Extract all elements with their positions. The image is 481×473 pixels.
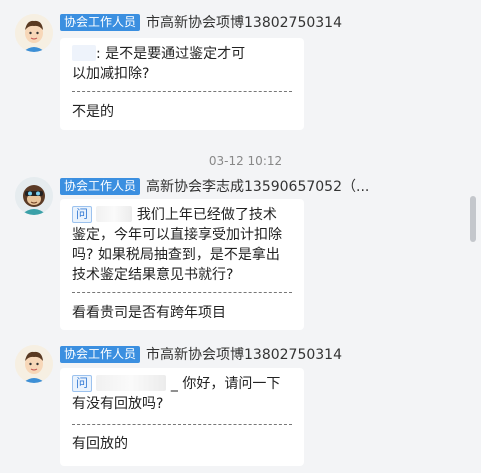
message-header: 协会工作人员 市高新协会项博13802750314 <box>60 13 342 31</box>
sender-name[interactable]: 市高新协会项博13802750314 <box>146 12 342 32</box>
avatar[interactable] <box>15 14 53 52</box>
question-line: 问 我们上年已经做了技术 <box>72 205 282 225</box>
redacted-text <box>96 206 133 222</box>
message-header: 协会工作人员 市高新协会项博13802750314 <box>60 345 342 363</box>
role-badge: 协会工作人员 <box>60 13 141 31</box>
role-badge: 协会工作人员 <box>60 345 141 363</box>
answer-text: 看看贵司是否有跨年项目 <box>72 305 226 321</box>
message-bubble[interactable]: 问 _ 你好，请问一下 有没有回放吗? 有回放的 <box>60 368 304 466</box>
divider <box>72 424 292 425</box>
answer-text: 有回放的 <box>72 436 128 452</box>
question-line: 问 _ 你好，请问一下 <box>72 374 280 394</box>
question-line: 以加减扣除? <box>72 66 150 82</box>
question-line: 鉴定，今年可以直接享受加计扣除 <box>72 227 282 243</box>
divider <box>72 91 292 92</box>
question-line: 吗? 如果税局抽查到，是不是拿出 <box>72 247 280 263</box>
cartoon-man-avatar-icon <box>15 345 53 383</box>
question-tag: 问 <box>72 206 93 223</box>
question-line: : 是不是要通过鉴定才可 <box>72 44 245 64</box>
message-bubble[interactable]: 问 我们上年已经做了技术 鉴定，今年可以直接享受加计扣除 吗? 如果税局抽查到，… <box>60 199 304 330</box>
avatar[interactable] <box>15 345 53 383</box>
answer-text: 不是的 <box>72 104 114 120</box>
scrollbar-thumb[interactable] <box>470 196 476 242</box>
monkey-avatar-icon <box>15 177 53 215</box>
message-header: 协会工作人员 高新协会李志成13590657052（... <box>60 177 369 195</box>
question-line: 有没有回放吗? <box>72 396 164 412</box>
avatar[interactable] <box>15 177 53 215</box>
timestamp: 03-12 10:12 <box>208 154 283 168</box>
question-tag: 问 <box>72 375 93 392</box>
sender-name[interactable]: 市高新协会项博13802750314 <box>146 344 342 364</box>
question-line: 技术鉴定结果意见书就行? <box>72 267 234 283</box>
role-badge: 协会工作人员 <box>60 177 141 195</box>
message-bubble[interactable]: : 是不是要通过鉴定才可 以加减扣除? 不是的 <box>60 38 304 130</box>
divider <box>72 292 292 293</box>
redacted-text <box>96 375 167 391</box>
redacted-text <box>72 45 96 61</box>
sender-name[interactable]: 高新协会李志成13590657052（... <box>146 176 369 196</box>
cartoon-man-avatar-icon <box>15 14 53 52</box>
